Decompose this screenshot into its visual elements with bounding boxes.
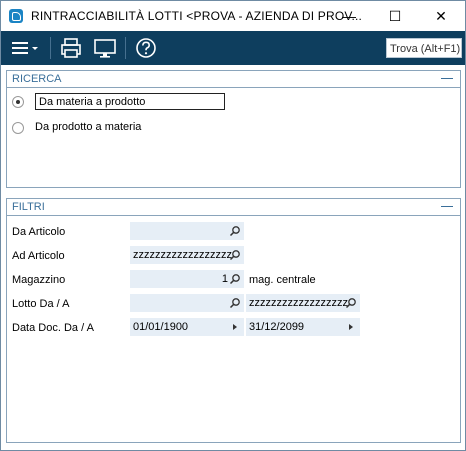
title-bar[interactable]: RINTRACCIABILITÀ LOTTI <PROVA - AZIENDA … (1, 1, 465, 31)
field-value: 31/12/2099 (249, 321, 305, 333)
lotto-label: Lotto Da / A (12, 298, 70, 310)
app-logo-icon (9, 9, 23, 23)
toolbar-separator (125, 37, 126, 59)
collapse-icon[interactable] (441, 206, 453, 207)
da-articolo-label: Da Articolo (12, 226, 66, 238)
radio-prodotto-materia[interactable]: Da prodotto a materia (10, 119, 240, 137)
menu-button[interactable] (7, 35, 43, 61)
search-icon[interactable] (229, 270, 241, 288)
lotto-to-field[interactable]: zzzzzzzzzzzzzzzzzz (246, 294, 360, 312)
search-icon[interactable] (229, 294, 241, 312)
toolbar-separator (50, 37, 51, 59)
arrow-right-icon[interactable] (229, 318, 241, 336)
filtri-panel-header: FILTRI (7, 199, 460, 216)
filtri-panel-title: FILTRI (12, 201, 45, 213)
ad-articolo-field[interactable]: zzzzzzzzzzzzzzzzzz (130, 246, 244, 264)
ricerca-panel-title: RICERCA (12, 73, 62, 85)
radio-label: Da materia a prodotto (35, 93, 225, 110)
window-title: RINTRACCIABILITÀ LOTTI <PROVA - AZIENDA … (31, 9, 363, 23)
help-button[interactable] (132, 35, 160, 61)
ricerca-panel-header: RICERCA (7, 71, 460, 88)
minimize-button[interactable]: — (326, 1, 372, 31)
print-button[interactable] (57, 35, 85, 61)
radio-unselected-icon[interactable] (12, 122, 24, 134)
field-value: zzzzzzzzzzzzzzzzzz (133, 249, 232, 261)
ricerca-panel: RICERCA Da materia a prodotto Da prodott… (6, 70, 461, 188)
monitor-icon (94, 39, 116, 58)
da-articolo-field[interactable] (130, 222, 244, 240)
field-value: zzzzzzzzzzzzzzzzzz (249, 297, 348, 309)
radio-selected-icon[interactable] (12, 96, 24, 108)
ad-articolo-label: Ad Articolo (12, 250, 65, 262)
radio-label: Da prodotto a materia (35, 121, 142, 133)
search-icon[interactable] (229, 222, 241, 240)
lotto-from-field[interactable] (130, 294, 244, 312)
search-icon[interactable] (345, 294, 357, 312)
data-doc-label: Data Doc. Da / A (12, 322, 94, 334)
toolbar: Trova (Alt+F1) (1, 31, 465, 65)
find-search-box[interactable]: Trova (Alt+F1) (386, 38, 462, 58)
field-value: 1 (221, 273, 228, 285)
arrow-right-icon[interactable] (345, 318, 357, 336)
data-doc-from-field[interactable]: 01/01/1900 (130, 318, 244, 336)
field-value: 01/01/1900 (133, 321, 189, 333)
magazzino-description: mag. centrale (249, 274, 316, 286)
menu-icon (12, 42, 38, 54)
collapse-icon[interactable] (441, 78, 453, 79)
filtri-panel: FILTRI Da Articolo Ad Articolo zzzzzzzzz… (6, 198, 461, 443)
app-window: RINTRACCIABILITÀ LOTTI <PROVA - AZIENDA … (0, 0, 466, 451)
data-doc-to-field[interactable]: 31/12/2099 (246, 318, 360, 336)
close-button[interactable]: ✕ (418, 1, 464, 31)
help-icon (136, 38, 156, 58)
magazzino-field[interactable]: 1 (130, 270, 244, 288)
magazzino-label: Magazzino (12, 274, 66, 286)
search-icon[interactable] (229, 246, 241, 264)
radio-materia-prodotto[interactable]: Da materia a prodotto (10, 93, 240, 111)
display-button[interactable] (90, 35, 120, 61)
maximize-button[interactable]: ☐ (372, 1, 418, 31)
printer-icon (61, 38, 81, 58)
